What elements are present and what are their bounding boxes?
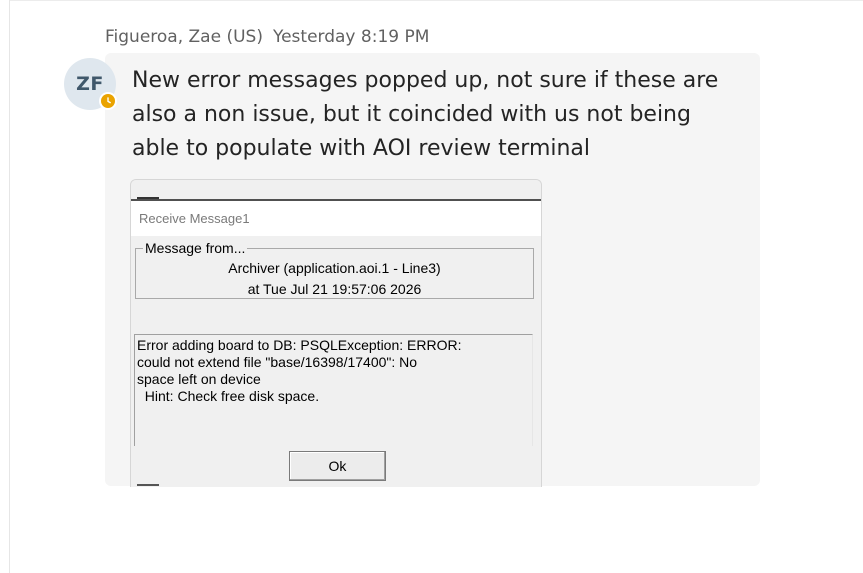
screenshot-bottom-mark [137, 484, 159, 486]
message-header: Figueroa, Zae (US) Yesterday 8:19 PM [105, 27, 429, 47]
author-name[interactable]: Figueroa, Zae (US) [105, 27, 263, 47]
error-text: Error adding board to DB: PSQLException:… [137, 337, 462, 404]
message-body: New error messages popped up, not sure i… [132, 68, 719, 161]
screenshot-top-strip [131, 180, 541, 199]
sent-time-line: at Tue Jul 21 19:57:06 2026 [247, 281, 422, 297]
attached-screenshot[interactable]: Receive Message1 Message from... Archive… [130, 179, 542, 487]
dialog-titlebar: Receive Message1 [131, 199, 541, 236]
dialog-title: Receive Message1 [139, 211, 250, 226]
message-from-group: Message from... Archiver (application.ao… [135, 240, 534, 299]
error-message-box: Error adding board to DB: PSQLException:… [134, 334, 533, 446]
presence-away-icon [99, 92, 117, 110]
left-panel-edge [0, 0, 10, 573]
sender-line: Archiver (application.aoi.1 - Line3) [228, 260, 441, 276]
ok-button[interactable]: Ok [289, 451, 386, 481]
avatar-initials: ZF [76, 73, 104, 95]
clock-icon [101, 94, 115, 108]
top-divider [10, 0, 863, 1]
message-timestamp: Yesterday 8:19 PM [272, 27, 430, 47]
group-label: Message from... [143, 240, 248, 256]
